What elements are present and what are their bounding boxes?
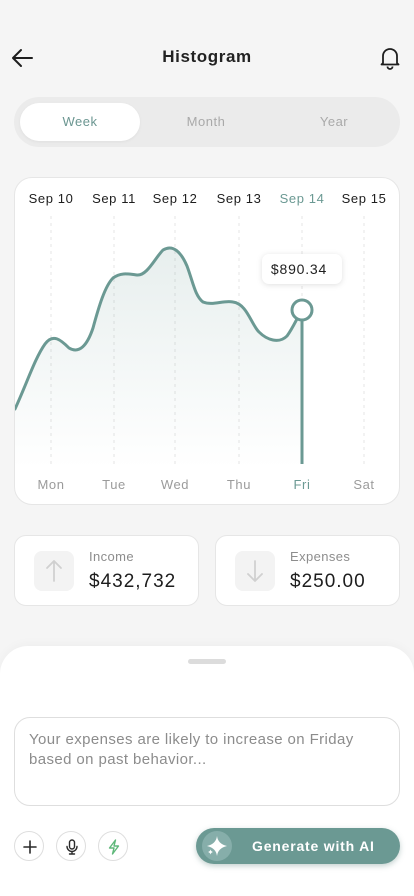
tab-month[interactable]: Month (146, 103, 266, 141)
date-label[interactable]: Sep 15 (342, 191, 387, 206)
microphone-button[interactable] (56, 831, 86, 861)
tab-week[interactable]: Week (20, 103, 140, 141)
income-card[interactable]: Income $432,732 (14, 535, 199, 606)
ai-prompt-input[interactable]: Your expenses are likely to increase on … (14, 717, 400, 806)
tooltip-value: $890.34 (271, 261, 327, 277)
income-value: $432,732 (89, 571, 177, 592)
date-label[interactable]: Sep 13 (217, 191, 262, 206)
date-label[interactable]: Sep 10 (29, 191, 74, 206)
generate-icon-circle (202, 831, 232, 861)
bell-icon (380, 48, 400, 70)
quick-action-button[interactable] (98, 831, 128, 861)
ai-assistant-sheet: Your expenses are likely to increase on … (0, 646, 414, 896)
sheet-drag-handle[interactable] (188, 659, 226, 664)
day-label[interactable]: Tue (102, 477, 126, 492)
expenses-value: $250.00 (290, 571, 366, 592)
selected-point-marker[interactable] (290, 298, 314, 322)
arrow-down-icon (247, 560, 263, 582)
lightning-icon (108, 839, 120, 855)
income-icon-box (34, 551, 74, 591)
notifications-button[interactable] (376, 44, 404, 72)
chart-tooltip: $890.34 (262, 254, 342, 284)
date-label[interactable]: Sep 11 (92, 191, 136, 206)
day-label[interactable]: Sat (353, 477, 374, 492)
expenses-card[interactable]: Expenses $250.00 (215, 535, 400, 606)
generate-with-ai-button[interactable]: Generate with AI (196, 828, 400, 864)
day-label[interactable]: Thu (227, 477, 251, 492)
microphone-icon (66, 839, 78, 855)
generate-label: Generate with AI (252, 838, 375, 854)
plus-icon (23, 840, 37, 854)
income-label: Income (89, 549, 135, 564)
day-label[interactable]: Wed (161, 477, 189, 492)
date-label[interactable]: Sep 14 (280, 191, 325, 206)
day-label[interactable]: Mon (37, 477, 64, 492)
expenses-label: Expenses (290, 549, 351, 564)
add-button[interactable] (14, 831, 44, 861)
header: Histogram (0, 0, 414, 96)
chart-card: $890.34 Sep 10 Sep 11 Sep 12 Sep 13 Sep 14 Se… (14, 177, 400, 505)
day-label[interactable]: Fri (294, 477, 311, 492)
sparkle-icon (207, 836, 227, 856)
chart-area (15, 247, 302, 468)
period-tabs: Week Month Year (14, 97, 400, 147)
page-title: Histogram (162, 47, 252, 66)
tab-year[interactable]: Year (274, 103, 394, 141)
expense-chart[interactable]: $890.34 Sep 10 Sep 11 Sep 12 Sep 13 Sep 14 Se… (15, 178, 401, 506)
expenses-icon-box (235, 551, 275, 591)
arrow-up-icon (46, 560, 62, 582)
date-label[interactable]: Sep 12 (153, 191, 198, 206)
